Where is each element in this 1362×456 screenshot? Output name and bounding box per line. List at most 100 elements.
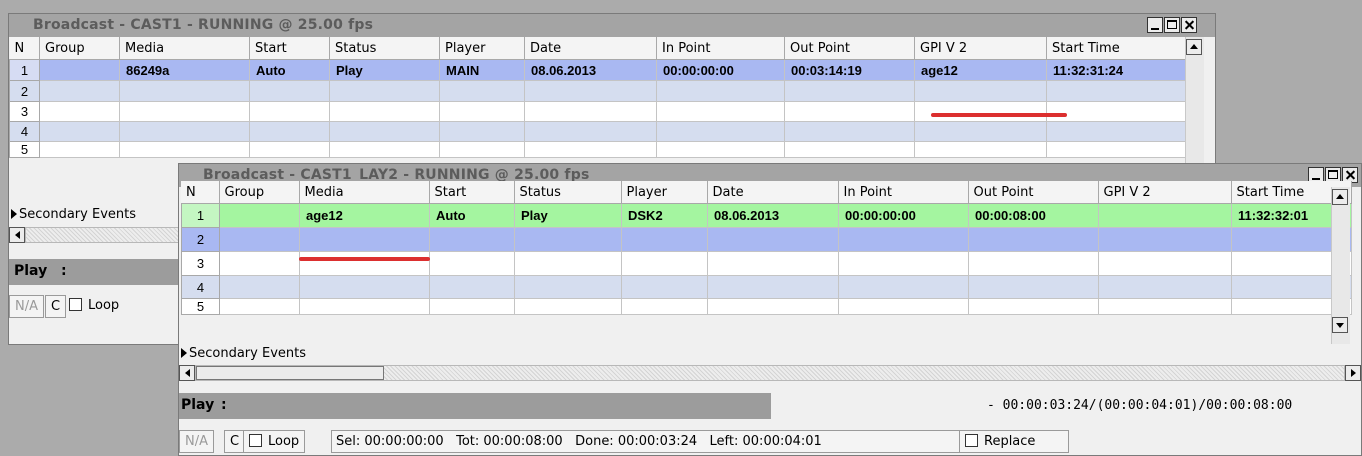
table-cell[interactable]: Play xyxy=(514,203,622,228)
column-header[interactable]: Start xyxy=(429,181,515,204)
table-cell[interactable] xyxy=(1046,101,1186,122)
table-cell[interactable] xyxy=(249,80,330,102)
table-cell[interactable] xyxy=(707,227,839,252)
table-row[interactable]: 4 xyxy=(181,275,1352,299)
table-cell[interactable]: 00:03:14:19 xyxy=(784,59,915,81)
table-cell[interactable] xyxy=(968,227,1099,252)
table-cell[interactable] xyxy=(968,298,1099,315)
checkbox-icon[interactable] xyxy=(249,434,262,447)
table-cell[interactable]: 11:32:31:24 xyxy=(1046,59,1186,81)
row-number[interactable]: 1 xyxy=(9,59,40,81)
table-cell[interactable]: age12 xyxy=(914,59,1047,81)
table-cell[interactable] xyxy=(514,298,622,315)
table-cell[interactable] xyxy=(656,80,785,102)
table-cell[interactable]: 00:00:00:00 xyxy=(656,59,785,81)
table-cell[interactable] xyxy=(1098,227,1232,252)
table-cell[interactable] xyxy=(514,251,622,276)
vertical-scrollbar[interactable] xyxy=(1185,37,1204,167)
table-cell[interactable]: Auto xyxy=(429,203,515,228)
scroll-down-button[interactable] xyxy=(1332,317,1348,333)
table-cell[interactable] xyxy=(656,101,785,122)
table-cell[interactable] xyxy=(656,121,785,142)
row-number[interactable]: 2 xyxy=(181,227,220,252)
table-cell[interactable] xyxy=(784,141,915,158)
column-header[interactable]: Out Point xyxy=(968,181,1099,204)
table-cell[interactable] xyxy=(914,80,1047,102)
table-cell[interactable] xyxy=(621,298,708,315)
loop-checkbox[interactable]: Loop xyxy=(64,295,124,318)
column-header[interactable]: Player xyxy=(439,37,525,60)
checkbox-icon[interactable] xyxy=(965,434,978,447)
table-cell[interactable]: 08.06.2013 xyxy=(707,203,839,228)
table-row[interactable]: 2 xyxy=(9,80,1186,102)
table-cell[interactable] xyxy=(39,121,120,142)
table-cell[interactable] xyxy=(656,141,785,158)
table-cell[interactable] xyxy=(1098,275,1232,299)
close-icon[interactable] xyxy=(1181,17,1197,33)
column-header[interactable]: In Point xyxy=(838,181,969,204)
table-cell[interactable] xyxy=(439,80,525,102)
table-cell[interactable] xyxy=(119,101,250,122)
table-cell[interactable] xyxy=(914,141,1047,158)
scroll-up-button[interactable] xyxy=(1332,189,1348,205)
table-row[interactable]: 3 xyxy=(9,101,1186,122)
table-cell[interactable]: 86249a xyxy=(119,59,250,81)
table-cell[interactable] xyxy=(784,121,915,142)
row-number[interactable]: 4 xyxy=(9,121,40,142)
table-cell[interactable] xyxy=(838,251,969,276)
table-cell[interactable]: Auto xyxy=(249,59,330,81)
column-header[interactable]: Status xyxy=(514,181,622,204)
playlist-table[interactable]: N Group Media Start Status Player Date I… xyxy=(9,37,1186,158)
table-cell[interactable] xyxy=(514,227,622,252)
row-number[interactable]: 2 xyxy=(9,80,40,102)
broadcast-window-cast1-lay2[interactable]: Broadcast - CAST1_LAY2 - RUNNING @ 25.00… xyxy=(178,163,1362,456)
column-header[interactable]: Media xyxy=(119,37,250,60)
column-header[interactable]: Player xyxy=(621,181,708,204)
row-number[interactable]: 3 xyxy=(181,251,220,276)
table-cell[interactable] xyxy=(1098,251,1232,276)
table-cell[interactable] xyxy=(249,121,330,142)
loop-checkbox[interactable]: Loop xyxy=(243,430,306,453)
column-header[interactable]: Status xyxy=(329,37,440,60)
table-cell[interactable] xyxy=(968,251,1099,276)
column-header[interactable]: Date xyxy=(524,37,657,60)
table-cell[interactable] xyxy=(429,275,515,299)
table-cell[interactable]: 08.06.2013 xyxy=(524,59,657,81)
table-cell[interactable] xyxy=(219,298,300,315)
scroll-right-button[interactable] xyxy=(1345,365,1361,381)
table-cell[interactable] xyxy=(329,80,440,102)
table-cell[interactable] xyxy=(1046,121,1186,142)
column-header[interactable]: Date xyxy=(707,181,839,204)
table-cell[interactable] xyxy=(299,298,430,315)
scroll-left-button[interactable] xyxy=(9,227,25,243)
column-header[interactable]: N xyxy=(181,181,220,204)
na-button[interactable]: N/A xyxy=(9,295,44,318)
table-cell[interactable] xyxy=(219,251,300,276)
table-cell[interactable] xyxy=(299,227,430,252)
table-cell[interactable] xyxy=(439,121,525,142)
na-button[interactable]: N/A xyxy=(179,430,214,453)
table-cell[interactable] xyxy=(219,227,300,252)
table-cell[interactable] xyxy=(219,203,300,228)
vertical-scrollbar[interactable] xyxy=(1331,187,1350,344)
table-cell[interactable] xyxy=(299,251,430,276)
table-cell[interactable] xyxy=(39,101,120,122)
secondary-events-scrollbar[interactable] xyxy=(9,226,179,244)
column-header[interactable]: GPI V 2 xyxy=(914,37,1047,60)
table-cell[interactable] xyxy=(1046,141,1186,158)
row-number[interactable]: 4 xyxy=(181,275,220,299)
column-header[interactable]: Start Time xyxy=(1046,37,1186,60)
table-cell[interactable] xyxy=(429,251,515,276)
c-button[interactable]: C xyxy=(224,430,246,453)
table-cell[interactable] xyxy=(707,298,839,315)
table-cell[interactable] xyxy=(524,121,657,142)
table-cell[interactable] xyxy=(524,141,657,158)
table-cell[interactable] xyxy=(39,141,120,158)
table-cell[interactable] xyxy=(621,275,708,299)
table-cell[interactable] xyxy=(329,141,440,158)
column-header[interactable]: Media xyxy=(299,181,430,204)
column-header[interactable]: N xyxy=(9,37,40,60)
table-cell[interactable] xyxy=(707,275,839,299)
row-number[interactable]: 5 xyxy=(181,298,220,315)
table-cell[interactable]: age12 xyxy=(299,203,430,228)
